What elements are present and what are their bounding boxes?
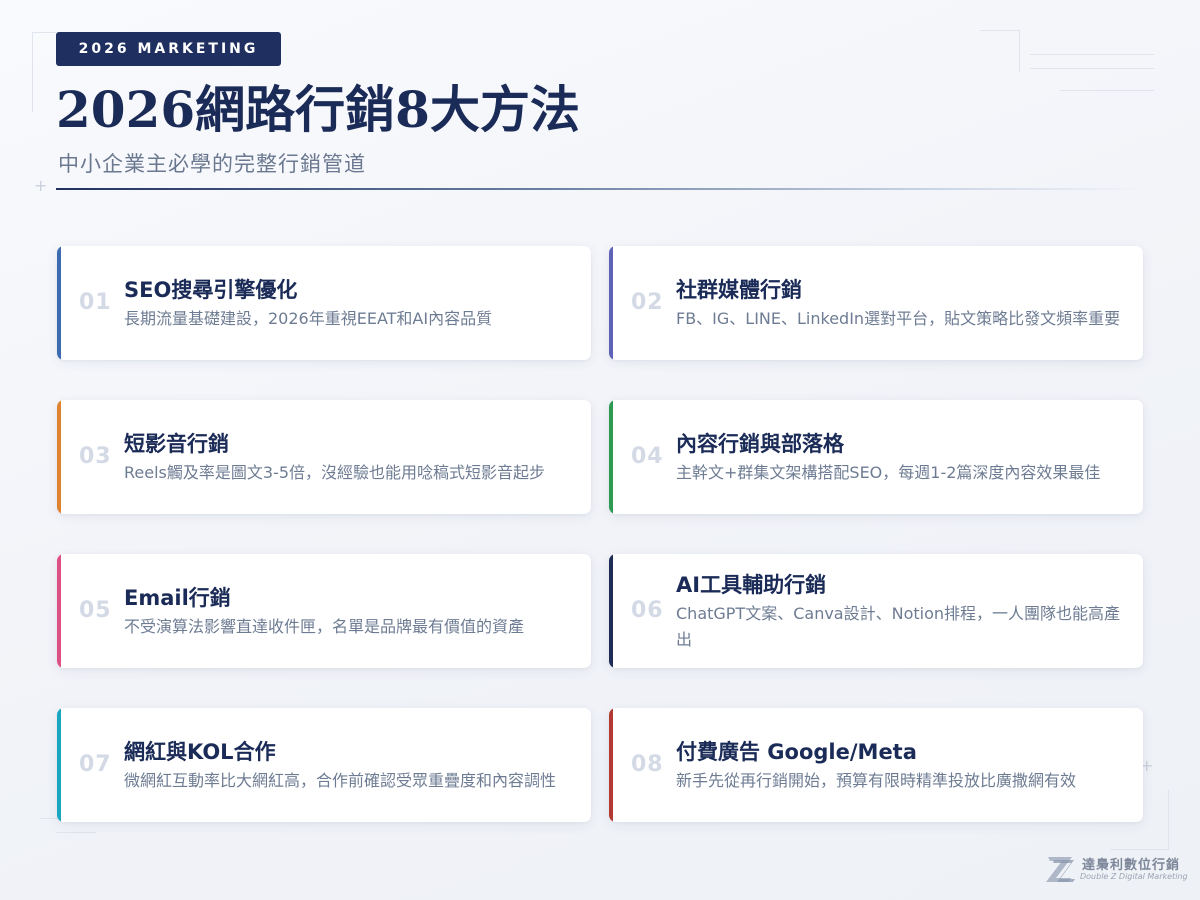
method-card: 04 內容行銷與部落格 主幹文+群集文架構搭配SEO，每週1-2篇深度內容效果最… [609, 400, 1143, 514]
decor-line [1030, 54, 1154, 55]
card-title: 付費廣告 Google/Meta [676, 739, 917, 764]
card-accent-bar [57, 554, 61, 668]
card-number: 08 [631, 752, 664, 777]
brand-logo: 達梟利數位行銷 Double Z Digital Marketing [1044, 850, 1188, 890]
card-description: ChatGPT文案、Canva設計、Notion排程，一人團隊也能高產出 [676, 603, 1121, 649]
card-title: 社群媒體行銷 [676, 277, 802, 302]
page-title: 2026網路行銷8大方法 [56, 80, 580, 139]
card-number: 02 [631, 290, 664, 315]
method-card: 06 AI工具輔助行銷 ChatGPT文案、Canva設計、Notion排程，一… [609, 554, 1143, 668]
card-title: 內容行銷與部落格 [676, 431, 844, 456]
card-number: 03 [79, 444, 112, 469]
card-title: AI工具輔助行銷 [676, 572, 827, 597]
card-number: 05 [79, 598, 112, 623]
card-accent-bar [609, 554, 613, 668]
card-description: 長期流量基礎建設，2026年重視EEAT和AI內容品質 [124, 308, 493, 328]
card-accent-bar [57, 400, 61, 514]
method-card: 08 付費廣告 Google/Meta 新手先從再行銷開始，預算有限時精準投放比… [609, 708, 1143, 822]
method-card: 01 SEO搜尋引擎優化 長期流量基礎建設，2026年重視EEAT和AI內容品質 [57, 246, 591, 360]
card-title: Email行銷 [124, 585, 231, 610]
decor-line [1019, 30, 1020, 72]
card-accent-bar [609, 246, 613, 360]
method-card: 05 Email行銷 不受演算法影響直達收件匣，名單是品牌最有價值的資產 [57, 554, 591, 668]
card-description: 不受演算法影響直達收件匣，名單是品牌最有價值的資產 [124, 616, 525, 636]
card-number: 01 [79, 290, 112, 315]
method-card: 02 社群媒體行銷 FB、IG、LINE、LinkedIn選對平台，貼文策略比發… [609, 246, 1143, 360]
card-description: FB、IG、LINE、LinkedIn選對平台，貼文策略比發文頻率重要 [676, 308, 1121, 328]
card-description: 新手先從再行銷開始，預算有限時精準投放比廣撒網有效 [676, 770, 1077, 790]
brand-tagline: Double Z Digital Marketing [1080, 872, 1188, 881]
card-accent-bar [57, 708, 61, 822]
page-subtitle: 中小企業主必學的完整行銷管道 [58, 152, 366, 176]
header-divider [56, 188, 1144, 190]
card-accent-bar [57, 246, 61, 360]
decor-line [32, 32, 33, 112]
card-number: 04 [631, 444, 664, 469]
decor-line [980, 30, 1020, 31]
double-z-logo-icon [1046, 857, 1075, 882]
card-description: 主幹文+群集文架構搭配SEO，每週1-2篇深度內容效果最佳 [676, 462, 1101, 482]
decor-line [32, 32, 56, 33]
decor-line [56, 832, 96, 833]
method-card: 07 網紅與KOL合作 微網紅互動率比大網紅高，合作前確認受眾重疊度和內容調性 [57, 708, 591, 822]
card-title: 網紅與KOL合作 [124, 739, 276, 764]
card-description: 微網紅互動率比大網紅高，合作前確認受眾重疊度和內容調性 [124, 770, 557, 790]
method-card: 03 短影音行銷 Reels觸及率是圖文3-5倍，沒經驗也能用唸稿式短影音起步 [57, 400, 591, 514]
decor-line [1060, 90, 1154, 91]
card-title: 短影音行銷 [124, 431, 229, 456]
decor-line [1030, 68, 1154, 69]
card-description: Reels觸及率是圖文3-5倍，沒經驗也能用唸稿式短影音起步 [124, 462, 546, 482]
plus-icon: + [34, 176, 48, 195]
brand-name: 達梟利數位行銷 [1082, 858, 1181, 873]
card-number: 06 [631, 598, 664, 623]
card-accent-bar [609, 400, 613, 514]
card-title: SEO搜尋引擎優化 [124, 277, 298, 302]
card-number: 07 [79, 752, 112, 777]
card-accent-bar [609, 708, 613, 822]
decor-line [1168, 790, 1169, 850]
header-badge: 2026 MARKETING [56, 32, 281, 66]
